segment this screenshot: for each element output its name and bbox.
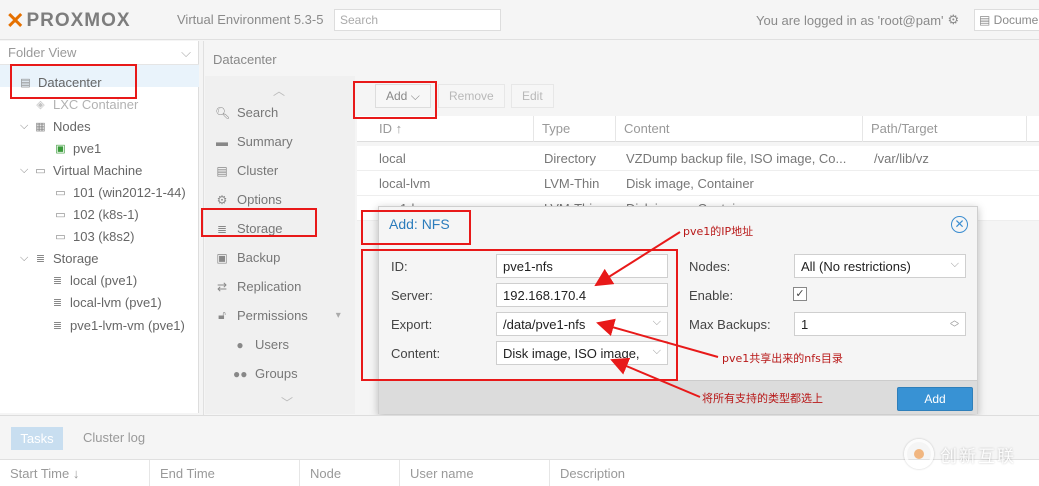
arrow-export (596, 318, 719, 358)
annotation-arrows (594, 231, 719, 398)
annotation-export: pve1共享出来的nfs目录 (722, 352, 843, 365)
annotation-content: 将所有支持的类型都选上 (702, 392, 823, 405)
watermark: 创新互联 (904, 439, 1016, 469)
watermark-text: 创新互联 (940, 446, 1016, 467)
arrow-content (610, 357, 701, 398)
annotation-ip: pve1的IP地址 (683, 225, 754, 238)
arrow-ip (594, 231, 681, 287)
watermark-logo-icon (904, 439, 934, 469)
